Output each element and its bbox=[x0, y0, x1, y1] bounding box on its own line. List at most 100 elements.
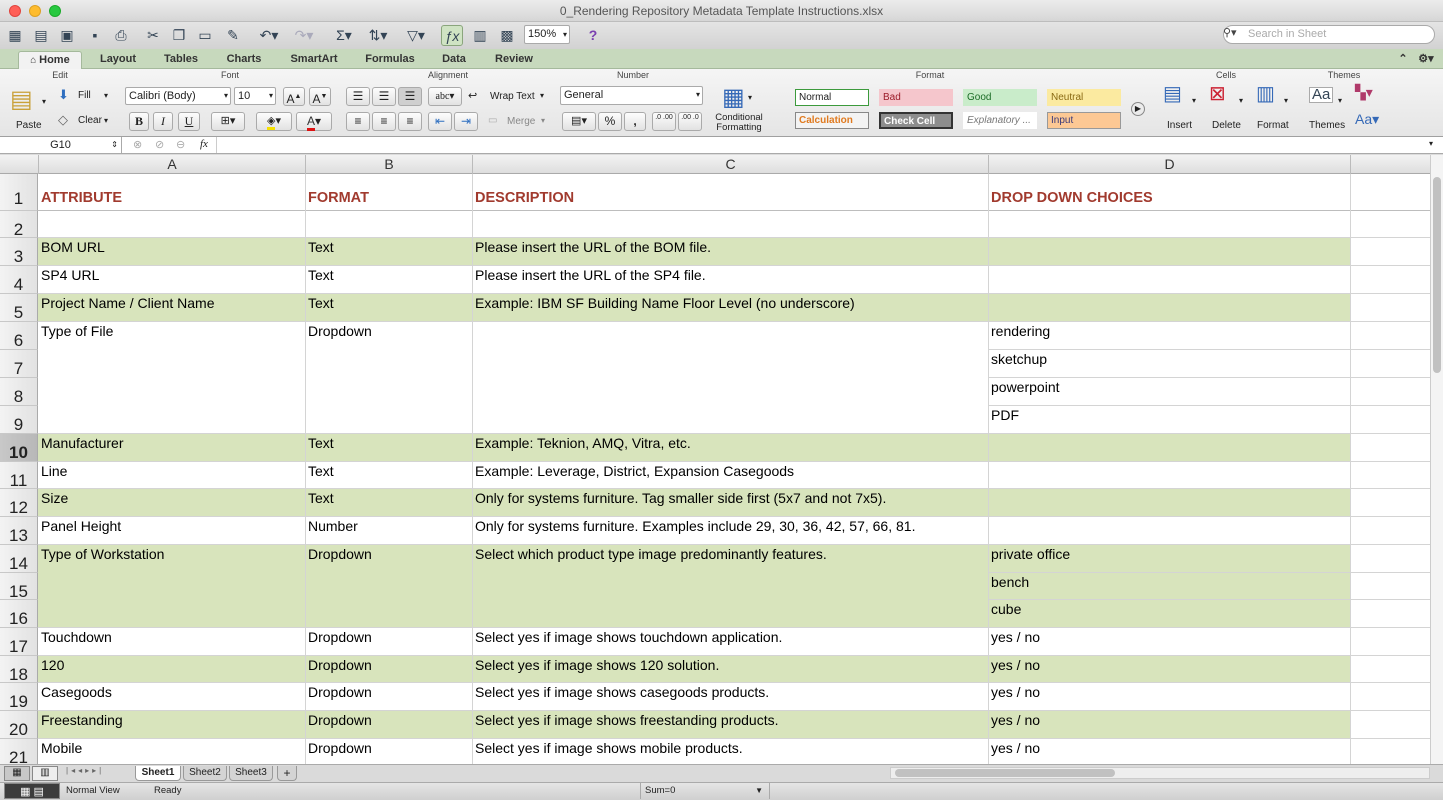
cell[interactable]: Text bbox=[308, 435, 470, 451]
chevron-down-icon[interactable]: ▾ bbox=[42, 95, 46, 109]
horizontal-scroll-thumb[interactable] bbox=[895, 769, 1115, 777]
chevron-down-icon[interactable]: ▾ bbox=[104, 114, 108, 128]
decrease-indent-button[interactable]: ⇤ bbox=[428, 112, 452, 131]
borders-button[interactable]: ⊞▾ bbox=[211, 112, 245, 131]
cell[interactable]: Type of Workstation bbox=[41, 546, 303, 562]
row-header[interactable]: 8 bbox=[0, 378, 38, 406]
chevron-down-icon[interactable]: ▾ bbox=[541, 114, 545, 128]
normal-view-icon[interactable]: ▦ bbox=[4, 766, 30, 781]
format-button[interactable]: Format bbox=[1257, 119, 1289, 133]
cell[interactable]: Select which product type image predomin… bbox=[475, 546, 986, 562]
cell-style-good[interactable]: Good bbox=[963, 89, 1037, 106]
fill-color-button[interactable]: ◈▾ bbox=[256, 112, 292, 131]
increase-decimal-button[interactable]: .0 .00 bbox=[652, 112, 676, 131]
delete-button[interactable]: Delete bbox=[1212, 119, 1241, 133]
cell[interactable]: Casegoods bbox=[41, 684, 303, 700]
conditional-formatting-button[interactable]: Conditional Formatting bbox=[713, 113, 765, 133]
column-header-c[interactable]: C bbox=[473, 155, 989, 174]
view-switch-icon[interactable]: ▦ ▤ bbox=[4, 783, 60, 799]
paste-icon[interactable]: ▭ bbox=[195, 25, 215, 46]
cell-style-input[interactable]: Input bbox=[1047, 112, 1121, 129]
row-header[interactable]: 18 bbox=[0, 656, 38, 684]
tab-tables[interactable]: Tables bbox=[153, 51, 209, 69]
tab-home[interactable]: ⌂ Home bbox=[18, 51, 82, 69]
autosum-icon[interactable]: Σ▾ bbox=[333, 25, 355, 46]
cell[interactable]: Touchdown bbox=[41, 629, 303, 645]
row-header[interactable]: 7 bbox=[0, 350, 38, 378]
search-sheet-input[interactable]: ⚲▾ Search in Sheet bbox=[1223, 25, 1435, 44]
row-header[interactable]: 15 bbox=[0, 573, 38, 601]
column-header-d[interactable]: D bbox=[989, 155, 1351, 174]
cell[interactable]: 120 bbox=[41, 657, 303, 673]
row-header[interactable]: 20 bbox=[0, 711, 38, 739]
merge-button[interactable]: Merge bbox=[507, 115, 535, 129]
font-color-button[interactable]: A▾ bbox=[296, 112, 332, 131]
select-all-corner[interactable] bbox=[0, 155, 39, 174]
row-header[interactable]: 4 bbox=[0, 266, 38, 294]
gallery-icon[interactable]: ▩ bbox=[497, 25, 517, 46]
font-size-select[interactable]: 10 ▾ bbox=[234, 87, 276, 105]
column-title[interactable]: ATTRIBUTE bbox=[41, 190, 303, 206]
cut-icon[interactable]: ✂ bbox=[143, 25, 163, 46]
row-header[interactable]: 16 bbox=[0, 600, 38, 628]
sort-icon[interactable]: ⇅▾ bbox=[364, 25, 392, 46]
tab-formulas[interactable]: Formulas bbox=[358, 51, 422, 69]
row-header[interactable]: 1 bbox=[0, 174, 38, 211]
cell[interactable]: yes / no bbox=[991, 629, 1348, 645]
cell[interactable]: private office bbox=[991, 546, 1348, 562]
align-top-button[interactable]: ☰ bbox=[346, 87, 370, 106]
sheet-tab-3[interactable]: Sheet3 bbox=[229, 766, 273, 781]
sheet-tab-1[interactable]: Sheet1 bbox=[135, 766, 181, 781]
print-icon[interactable]: ⎙ bbox=[111, 25, 131, 46]
chevron-down-icon[interactable]: ▾ bbox=[1239, 94, 1243, 108]
align-left-button[interactable]: ≡ bbox=[346, 112, 370, 131]
align-bottom-button[interactable]: ☰ bbox=[398, 87, 422, 106]
themes-button[interactable]: Themes bbox=[1309, 119, 1345, 133]
tab-smartart[interactable]: SmartArt bbox=[282, 51, 346, 69]
cell[interactable]: Text bbox=[308, 490, 470, 506]
row-header[interactable]: 9 bbox=[0, 406, 38, 434]
theme-fonts-button[interactable]: Aa▾ bbox=[1355, 112, 1379, 126]
row-header[interactable]: 11 bbox=[0, 462, 38, 490]
undo-icon[interactable]: ↶▾ bbox=[255, 25, 283, 46]
cancel-icon[interactable]: ⊗ bbox=[133, 138, 142, 151]
sum-select[interactable]: Sum=0 ▼ bbox=[640, 783, 770, 799]
cell[interactable]: Mobile bbox=[41, 740, 303, 756]
align-right-button[interactable]: ≡ bbox=[398, 112, 422, 131]
percent-style-button[interactable]: % bbox=[598, 112, 622, 131]
cell[interactable]: Only for systems furniture. Examples inc… bbox=[475, 518, 986, 534]
cell[interactable]: Select yes if image shows 120 solution. bbox=[475, 657, 986, 673]
cell[interactable]: yes / no bbox=[991, 712, 1348, 728]
cell[interactable]: Example: Teknion, AMQ, Vitra, etc. bbox=[475, 435, 986, 451]
row-header[interactable]: 17 bbox=[0, 628, 38, 656]
collapse-ribbon-icon[interactable]: ⌃ bbox=[1396, 51, 1410, 69]
fill-button[interactable]: Fill bbox=[78, 89, 91, 103]
decrease-font-size-button[interactable]: A▼ bbox=[309, 87, 331, 106]
increase-font-size-button[interactable]: A▲ bbox=[283, 87, 305, 106]
number-format-select[interactable]: General ▾ bbox=[560, 86, 703, 105]
format-painter-icon[interactable]: ✎ bbox=[223, 25, 243, 46]
cell[interactable]: cube bbox=[991, 601, 1348, 617]
cell[interactable]: rendering bbox=[991, 323, 1348, 339]
vertical-scroll-thumb[interactable] bbox=[1433, 177, 1441, 373]
chevron-down-icon[interactable]: ▾ bbox=[1192, 94, 1196, 108]
cell[interactable]: Dropdown bbox=[308, 323, 470, 339]
cell-style-explanatory[interactable]: Explanatory ... bbox=[963, 112, 1037, 129]
expand-formula-bar-icon[interactable]: ▾ bbox=[1429, 139, 1433, 148]
confirm-icon[interactable]: ⊘ bbox=[155, 138, 164, 151]
row-header[interactable]: 5 bbox=[0, 294, 38, 322]
cell[interactable]: Text bbox=[308, 295, 470, 311]
orientation-button[interactable]: abc▾ bbox=[428, 87, 462, 106]
row-header[interactable]: 14 bbox=[0, 545, 38, 573]
ribbon-settings-icon[interactable]: ⚙▾ bbox=[1416, 51, 1436, 69]
accounting-format-button[interactable]: ▤▾ bbox=[562, 112, 596, 131]
comma-style-button[interactable]: , bbox=[624, 112, 646, 131]
tab-charts[interactable]: Charts bbox=[216, 51, 272, 69]
cell[interactable]: Please insert the URL of the SP4 file. bbox=[475, 267, 986, 283]
vertical-scrollbar[interactable] bbox=[1430, 155, 1443, 764]
cell[interactable]: Project Name / Client Name bbox=[41, 295, 303, 311]
paste-button[interactable]: Paste bbox=[16, 119, 42, 133]
formula-builder-icon[interactable]: ƒx bbox=[441, 25, 463, 46]
chevron-down-icon[interactable]: ▾ bbox=[104, 89, 108, 103]
column-header-a[interactable]: A bbox=[39, 155, 306, 174]
